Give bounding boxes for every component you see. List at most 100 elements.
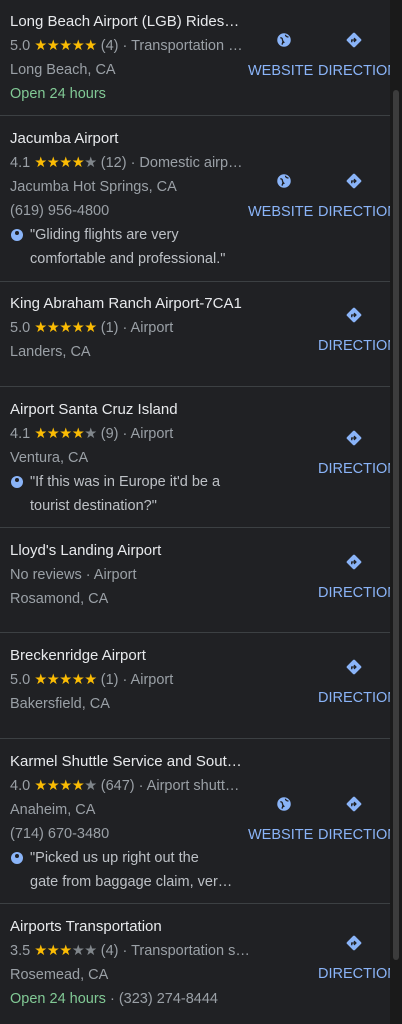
result-item[interactable]: Lloyd's Landing Airport No reviews · Air… [0,528,390,633]
directions-icon [346,430,362,446]
category: · Domestic airp… [130,155,243,171]
result-item[interactable]: Jacumba Airport 4.1 ★★★★★ (12) · Domesti… [0,116,390,282]
result-title[interactable]: Breckenridge Airport [10,644,250,668]
phone-number[interactable]: (619) 956-4800 [10,199,250,223]
address: Ventura, CA [10,450,89,466]
directions-button[interactable]: DIRECTIONS [318,658,390,706]
result-info: Karmel Shuttle Service and Sout… 4.0 ★★★… [10,750,250,894]
result-item[interactable]: Long Beach Airport (LGB) Rides… 5.0 ★★★★… [0,0,390,116]
directions-label: DIRECTIONS [318,461,390,477]
result-info: Airport Santa Cruz Island 4.1 ★★★★★ (9) … [10,398,250,518]
directions-button[interactable]: DIRECTIONS [318,31,390,79]
category: · Transportation service [122,943,251,959]
rating-value: 4.1 [10,155,31,171]
address: Long Beach, CA [10,62,116,78]
phone-number[interactable]: · (323) 274-8444 [106,991,218,1007]
review-count: (647) [100,778,135,794]
rating-stars: ★★★★★ [34,778,97,794]
stars-empty: ★ [84,426,97,442]
review-count: (9) [100,426,119,442]
review-count: (4) [100,38,119,54]
rating-stars: ★★★★★ [34,320,97,336]
status-row: Open 24 hours · (323) 274-8444 [10,987,250,1011]
stars-empty: ★ [84,778,97,794]
directions-button[interactable]: DIRECTIONS [318,934,390,982]
result-item[interactable]: Airport Santa Cruz Island 4.1 ★★★★★ (9) … [0,387,390,528]
category: · Transportation … [122,38,243,54]
review-count: (1) [100,320,119,336]
category: · Airport [122,320,174,336]
stars-filled: ★★★★ [34,426,85,442]
rating-value: 4.0 [10,778,31,794]
result-info: Jacumba Airport 4.1 ★★★★★ (12) · Domesti… [10,127,250,271]
user-avatar-icon [11,229,23,241]
directions-label: DIRECTIONS [318,690,390,706]
directions-button[interactable]: DIRECTIONS [318,306,390,354]
phone-number[interactable]: (714) 670-3480 [10,822,250,846]
rating-row: 5.0 ★★★★★ (4) · Transportation … [10,34,250,58]
address: Anaheim, CA [10,802,96,818]
rating-stars: ★★★★★ [34,155,97,171]
directions-icon [346,32,362,48]
stars-filled: ★★★★★ [34,38,97,54]
stars-filled: ★★★ [34,943,72,959]
review-snippet: "If this was in Europe it'd be a tourist… [10,470,250,518]
address: Rosamond, CA [10,591,109,607]
result-title[interactable]: Jacumba Airport [10,127,250,151]
user-avatar-icon [11,476,23,488]
rating-stars: ★★★★★ [34,672,97,688]
stars-filled: ★★★★★ [34,672,97,688]
results-list: Long Beach Airport (LGB) Rides… 5.0 ★★★★… [0,0,390,1024]
stars-empty: ★ [84,155,97,171]
directions-label: DIRECTIONS [318,338,390,354]
category: · Airport [122,672,174,688]
directions-button[interactable]: DIRECTIONS [318,429,390,477]
result-info: Breckenridge Airport 5.0 ★★★★★ (1) · Air… [10,644,250,716]
rating-value: 5.0 [10,38,31,54]
result-item[interactable]: Breckenridge Airport 5.0 ★★★★★ (1) · Air… [0,633,390,739]
result-item[interactable]: Karmel Shuttle Service and Sout… 4.0 ★★★… [0,739,390,904]
result-item[interactable]: King Abraham Ranch Airport-7CA1 5.0 ★★★★… [0,282,390,387]
directions-icon [346,173,362,189]
result-info: Lloyd's Landing Airport No reviews · Air… [10,539,250,611]
rating-value: 5.0 [10,320,31,336]
result-title[interactable]: Karmel Shuttle Service and Sout… [10,750,250,774]
directions-icon [346,659,362,675]
result-title[interactable]: Airport Santa Cruz Island [10,398,250,422]
stars-filled: ★★★★ [34,778,85,794]
globe-icon [277,174,291,188]
directions-button[interactable]: DIRECTIONS [318,795,390,843]
directions-button[interactable]: DIRECTIONS [318,172,390,220]
review-snippet: "Gliding flights are very comfortable an… [10,223,250,271]
stars-empty: ★★ [71,943,98,959]
directions-label: DIRECTIONS [318,827,390,843]
result-title[interactable]: Lloyd's Landing Airport [10,539,250,563]
directions-button[interactable]: DIRECTIONS [318,553,390,601]
result-title[interactable]: King Abraham Ranch Airport-7CA1 [10,292,250,316]
scrollbar[interactable] [390,0,402,1024]
result-info: Airports Transportation 3.5 ★★★★★ (4) · … [10,915,250,1011]
review-line-1: "Picked us up right out the [30,850,199,866]
rating-stars: ★★★★★ [34,943,97,959]
rating-row: 4.1 ★★★★★ (12) · Domestic airp… [10,151,250,175]
user-avatar-icon [11,852,23,864]
rating-value: 5.0 [10,672,31,688]
rating-value: 3.5 [10,943,31,959]
address: Jacumba Hot Springs, CA [10,179,177,195]
stars-filled: ★★★★★ [34,320,97,336]
result-title[interactable]: Long Beach Airport (LGB) Rides… [10,10,250,34]
globe-icon [277,33,291,47]
open-status: Open 24 hours [10,86,106,102]
address: Rosemead, CA [10,967,109,983]
globe-icon [277,797,291,811]
open-status: Open 24 hours [10,991,106,1007]
review-count: (12) [100,155,127,171]
category: · Airport shutt… [138,778,240,794]
website-button[interactable]: WEBSITE [248,795,320,843]
scrollbar-thumb[interactable] [393,90,399,960]
website-button[interactable]: WEBSITE [248,31,320,79]
rating-value: 4.1 [10,426,31,442]
result-title[interactable]: Airports Transportation [10,915,250,939]
website-button[interactable]: WEBSITE [248,172,320,220]
result-item[interactable]: Airports Transportation 3.5 ★★★★★ (4) · … [0,904,390,1024]
